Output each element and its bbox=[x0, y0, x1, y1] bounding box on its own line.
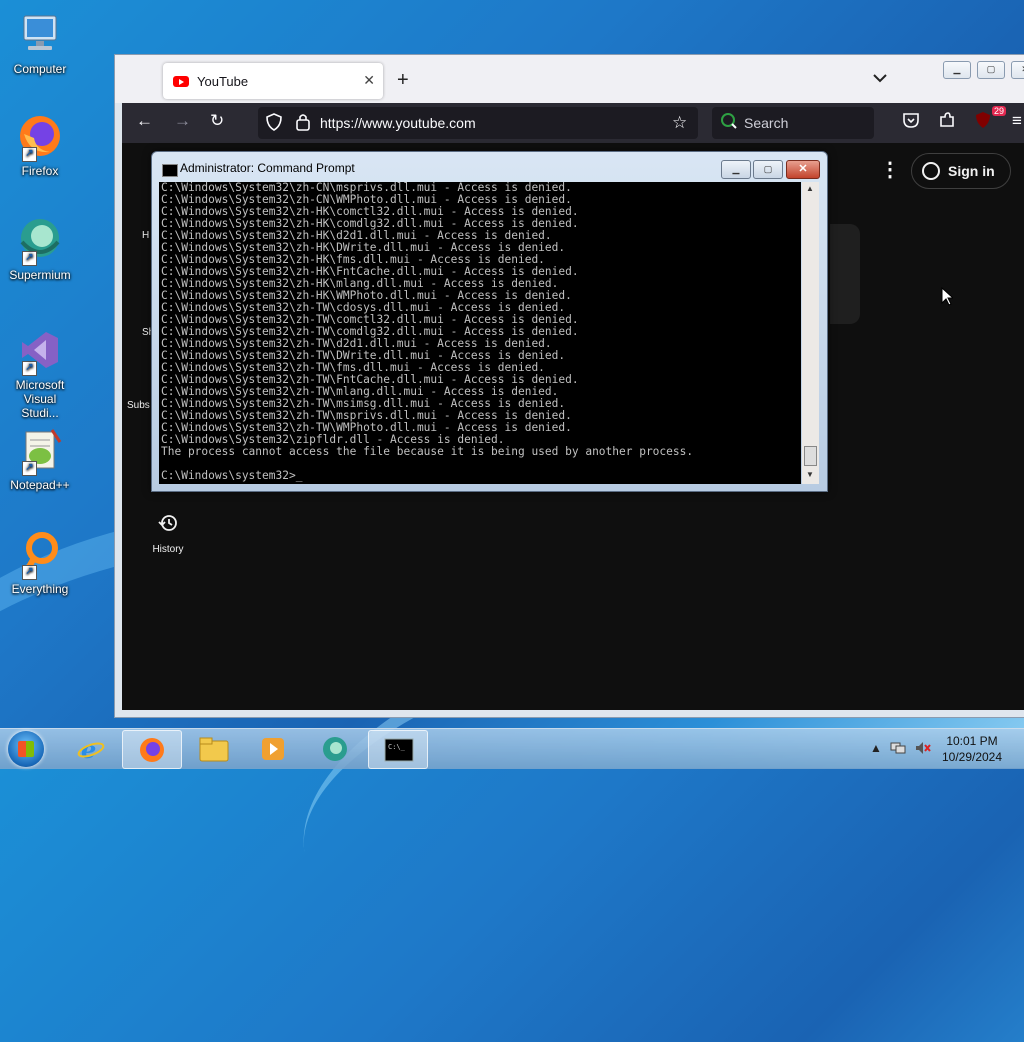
taskbar-clock[interactable]: 10:01 PM 10/29/2024 bbox=[930, 733, 1014, 765]
cmd-icon: C:\_ bbox=[384, 737, 414, 762]
firefox-icon bbox=[138, 737, 166, 762]
supermium-icon bbox=[321, 736, 349, 761]
folder-icon bbox=[199, 736, 229, 762]
search-placeholder: Search bbox=[744, 115, 789, 131]
nav-toolbar: ← → ↻ https://www.youtube.com ☆ Search 2… bbox=[122, 103, 1024, 143]
search-box[interactable]: Search bbox=[712, 107, 874, 139]
desktop-icon-label: Supermium bbox=[9, 268, 71, 282]
firefox-icon: ↗ bbox=[16, 112, 64, 162]
desktop-icon-firefox[interactable]: ↗ Firefox bbox=[4, 112, 76, 178]
cmd-title: Administrator: Command Prompt bbox=[180, 161, 355, 175]
scroll-up-icon[interactable]: ▲ bbox=[806, 184, 814, 193]
close-button[interactable]: ✕ bbox=[1011, 61, 1024, 79]
extension-count-badge: 29 bbox=[992, 106, 1007, 116]
lock-icon[interactable] bbox=[296, 113, 310, 136]
console-output[interactable]: C:\Windows\System32\zh-CN\msprivs.dll.mu… bbox=[159, 182, 801, 484]
computer-icon bbox=[16, 10, 64, 58]
desktop-icon-supermium[interactable]: ↗ Supermium bbox=[4, 216, 76, 282]
url-text: https://www.youtube.com bbox=[320, 115, 476, 131]
mouse-cursor-icon bbox=[941, 286, 955, 311]
search-engine-icon bbox=[720, 112, 738, 133]
taskbar-supermium[interactable] bbox=[306, 730, 364, 767]
visual-studio-icon: ↗ bbox=[16, 326, 64, 376]
tab-close-icon[interactable]: ✕ bbox=[363, 72, 375, 89]
clock-time: 10:01 PM bbox=[946, 734, 998, 748]
tab-strip: YouTube ✕ + ▁ ▢ ✕ bbox=[115, 55, 1024, 103]
show-hidden-icons-chevron-icon[interactable]: ▲ bbox=[870, 741, 882, 755]
supermium-icon: ↗ bbox=[16, 216, 64, 266]
desktop-icon-computer[interactable]: Computer bbox=[4, 10, 76, 76]
network-icon[interactable] bbox=[890, 741, 906, 758]
media-player-icon bbox=[259, 736, 287, 760]
internet-explorer-icon: e bbox=[77, 735, 105, 764]
desktop-icon-label: Firefox bbox=[21, 164, 59, 178]
pocket-icon[interactable] bbox=[902, 111, 920, 134]
shortcut-arrow-icon: ↗ bbox=[22, 251, 37, 266]
sign-in-button[interactable]: Sign in bbox=[911, 153, 1011, 189]
shortcut-arrow-icon: ↗ bbox=[22, 361, 37, 376]
account-icon bbox=[922, 162, 940, 180]
back-arrow-icon[interactable]: ← bbox=[136, 111, 153, 131]
menu-hamburger-icon[interactable]: ≡ bbox=[1012, 111, 1022, 131]
cmd-maximize-button[interactable]: ▢ bbox=[753, 160, 783, 179]
taskbar-command-prompt[interactable]: C:\_ bbox=[368, 730, 428, 769]
new-tab-button[interactable]: + bbox=[397, 69, 409, 92]
everything-icon: ↗ bbox=[16, 530, 64, 580]
desktop-icon-notepadpp[interactable]: ↗ Notepad++ bbox=[4, 426, 76, 492]
desktop-icon-everything[interactable]: ↗ Everything bbox=[4, 530, 76, 596]
history-label: History bbox=[152, 544, 184, 555]
tab-title: YouTube bbox=[197, 73, 249, 89]
youtube-favicon-icon bbox=[173, 75, 189, 87]
cmd-minimize-button[interactable]: ▁ bbox=[721, 160, 751, 179]
taskbar-explorer[interactable] bbox=[184, 730, 242, 767]
content-card-edge bbox=[830, 224, 860, 324]
sidebar-item-history[interactable]: History bbox=[140, 513, 196, 555]
extensions-puzzle-icon[interactable] bbox=[938, 111, 956, 134]
sidebar-subscriptions-label-partial[interactable]: Subs bbox=[127, 400, 150, 411]
cmd-close-button[interactable]: ✕ bbox=[786, 160, 820, 179]
history-icon bbox=[140, 513, 196, 539]
sign-in-label: Sign in bbox=[948, 163, 995, 179]
shortcut-arrow-icon: ↗ bbox=[22, 147, 37, 162]
maximize-button[interactable]: ▢ bbox=[977, 61, 1005, 79]
desktop-icon-label: Everything bbox=[11, 582, 69, 596]
sidebar-home-label-partial[interactable]: H bbox=[142, 230, 149, 241]
desktop-icon-label: Computer bbox=[13, 62, 67, 76]
reload-icon[interactable]: ↻ bbox=[210, 111, 224, 131]
notepadpp-icon: ↗ bbox=[16, 426, 64, 476]
console-text: C:\Windows\System32\zh-CN\msprivs.dll.mu… bbox=[161, 182, 694, 482]
desktop-icon-label: Microsoft Visual Studi... bbox=[15, 378, 65, 420]
desktop-icon-visual-studio[interactable]: ↗ Microsoft Visual Studi... bbox=[4, 326, 76, 420]
more-options-icon[interactable]: ⋮ bbox=[880, 157, 900, 182]
start-button[interactable] bbox=[8, 731, 44, 767]
clock-date: 10/29/2024 bbox=[941, 750, 1003, 764]
desktop-icon-label: Notepad++ bbox=[10, 478, 70, 492]
forward-arrow-icon[interactable]: → bbox=[174, 111, 191, 131]
tab-youtube[interactable]: YouTube ✕ bbox=[163, 63, 383, 99]
taskbar-media-player[interactable] bbox=[244, 730, 302, 767]
bookmark-star-icon[interactable]: ☆ bbox=[672, 113, 687, 133]
ublock-icon[interactable] bbox=[974, 111, 992, 134]
shortcut-arrow-icon: ↗ bbox=[22, 565, 37, 580]
taskbar-internet-explorer[interactable]: e bbox=[62, 730, 120, 767]
taskbar-firefox[interactable] bbox=[122, 730, 182, 769]
shield-icon[interactable] bbox=[266, 113, 282, 136]
taskbar: e C:\_ ▲ 10:01 PM 10/29/2024 bbox=[0, 728, 1024, 769]
list-tabs-chevron-icon[interactable] bbox=[873, 71, 887, 86]
url-bar[interactable]: https://www.youtube.com ☆ bbox=[258, 107, 698, 139]
console-scrollbar[interactable]: ▲ ▼ bbox=[802, 182, 819, 484]
scroll-thumb[interactable] bbox=[804, 446, 817, 466]
svg-text:C:\_: C:\_ bbox=[388, 743, 406, 751]
command-prompt-window[interactable]: Administrator: Command Prompt ▁ ▢ ✕ C:\W… bbox=[151, 151, 828, 492]
cmd-icon bbox=[162, 164, 178, 177]
shortcut-arrow-icon: ↗ bbox=[22, 461, 37, 476]
minimize-button[interactable]: ▁ bbox=[943, 61, 971, 79]
scroll-down-icon[interactable]: ▼ bbox=[806, 470, 814, 479]
